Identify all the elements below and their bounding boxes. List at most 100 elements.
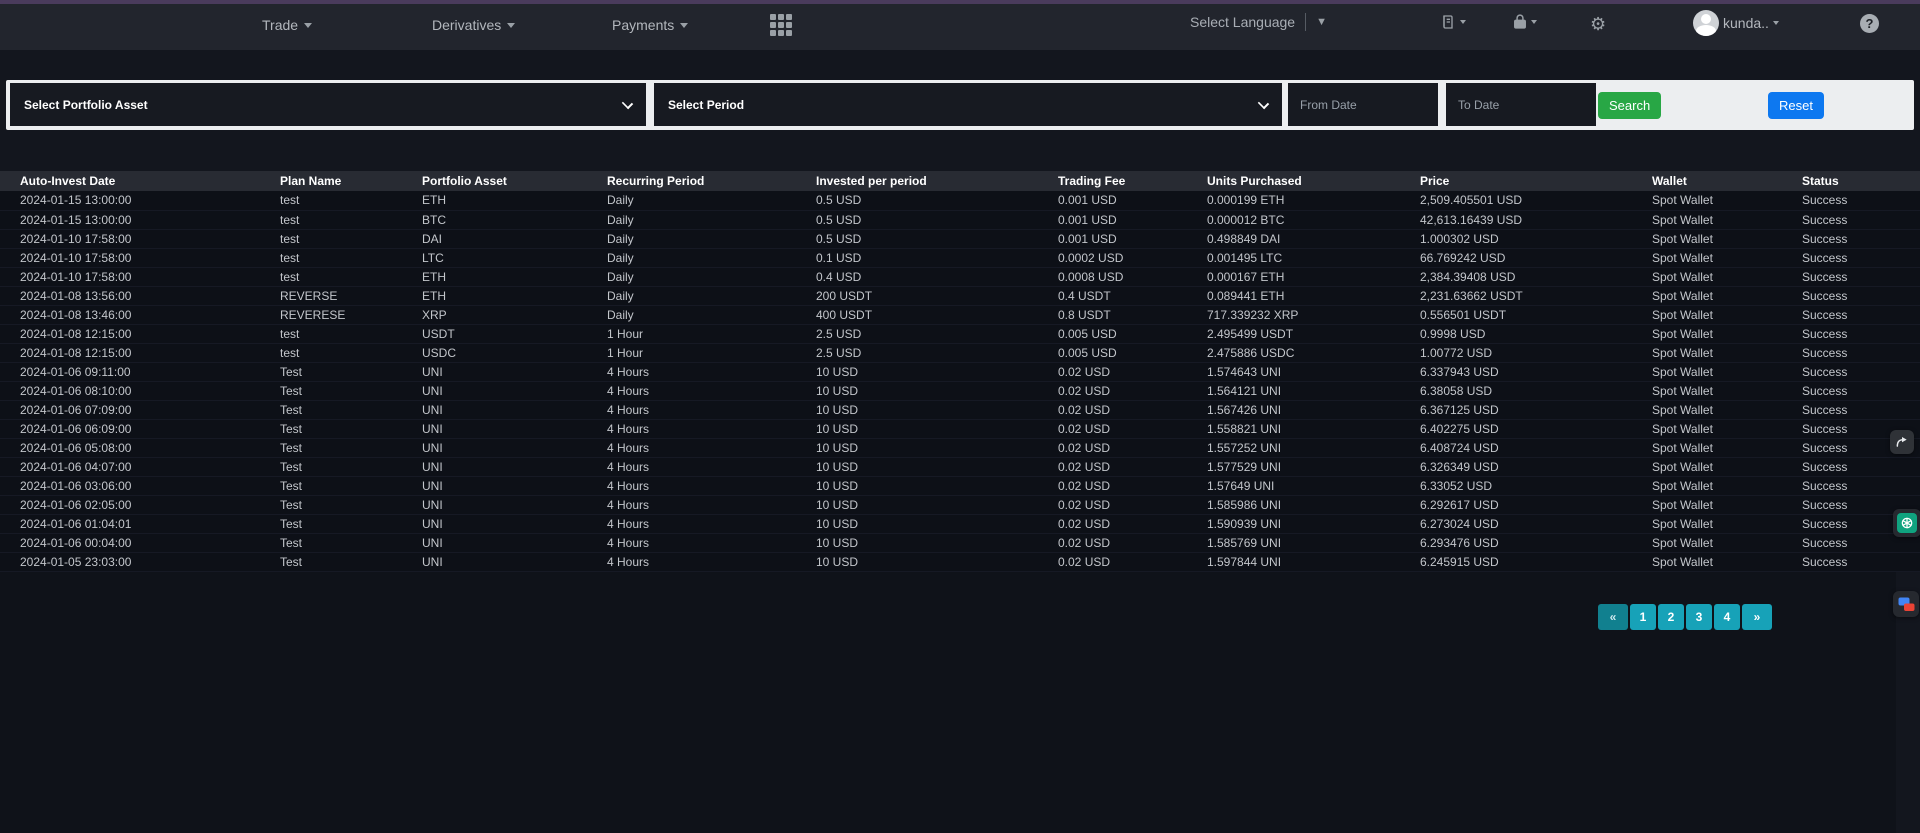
apps-grid-icon[interactable]: [770, 14, 792, 36]
table-cell: 1.585986 UNI: [1187, 495, 1400, 514]
table-cell: Spot Wallet: [1632, 248, 1782, 267]
table-cell: 2024-01-06 06:09:00: [0, 419, 260, 438]
table-row: 2024-01-06 05:08:00TestUNI4 Hours10 USD0…: [0, 438, 1920, 457]
table-cell: 0.5 USD: [796, 210, 1038, 229]
table-cell: Spot Wallet: [1632, 381, 1782, 400]
table-body: 2024-01-15 13:00:00testETHDaily0.5 USD0.…: [0, 191, 1920, 571]
table-cell: UNI: [402, 476, 587, 495]
table-cell: 6.292617 USD: [1400, 495, 1632, 514]
table-cell: 10 USD: [796, 514, 1038, 533]
table-cell: Test: [260, 381, 402, 400]
table-row: 2024-01-06 06:09:00TestUNI4 Hours10 USD0…: [0, 419, 1920, 438]
table-cell: 0.4 USD: [796, 267, 1038, 286]
nav-menu-derivatives[interactable]: Derivatives: [432, 13, 515, 37]
orders-menu[interactable]: [1440, 14, 1466, 30]
column-header: Wallet: [1632, 171, 1782, 191]
table-cell: 0.001 USD: [1038, 229, 1187, 248]
table-cell: 4 Hours: [587, 419, 796, 438]
column-header: Units Purchased: [1187, 171, 1400, 191]
table-cell: Success: [1782, 343, 1920, 362]
table-cell: Spot Wallet: [1632, 210, 1782, 229]
page-button-3[interactable]: 3: [1686, 604, 1712, 630]
table-cell: Test: [260, 495, 402, 514]
reset-button[interactable]: Reset: [1768, 92, 1824, 119]
table-cell: UNI: [402, 419, 587, 438]
table-cell: 0.001 USD: [1038, 210, 1187, 229]
search-button[interactable]: Search: [1598, 92, 1661, 119]
table-cell: XRP: [402, 305, 587, 324]
table-cell: 2,509.405501 USD: [1400, 191, 1632, 210]
table-cell: 2024-01-06 04:07:00: [0, 457, 260, 476]
table-cell: 2024-01-08 12:15:00: [0, 343, 260, 362]
table-cell: test: [260, 229, 402, 248]
to-date-input[interactable]: [1446, 83, 1596, 126]
table-cell: 6.326349 USD: [1400, 457, 1632, 476]
table-cell: 1.577529 UNI: [1187, 457, 1400, 476]
orders-book-icon: [1440, 14, 1456, 30]
chevron-down-icon: [507, 23, 515, 28]
table-cell: Spot Wallet: [1632, 305, 1782, 324]
table-cell: 2,231.63662 USDT: [1400, 286, 1632, 305]
table-cell: 0.005 USD: [1038, 324, 1187, 343]
table-cell: 1.558821 UNI: [1187, 419, 1400, 438]
table-cell: 2024-01-10 17:58:00: [0, 248, 260, 267]
chat-bubbles-extension-icon[interactable]: [1893, 591, 1919, 617]
share-arrow-extension-icon[interactable]: [1890, 430, 1914, 454]
table-cell: REVERESE: [260, 305, 402, 324]
top-nav: Trade Derivatives Payments Select Langua…: [0, 0, 1920, 50]
table-cell: 2024-01-08 12:15:00: [0, 324, 260, 343]
nav-menu-trade[interactable]: Trade: [262, 13, 312, 37]
nav-menu-payments[interactable]: Payments: [612, 13, 688, 37]
page-prev-button[interactable]: «: [1598, 604, 1628, 630]
period-select[interactable]: Select Period: [654, 83, 1282, 126]
table-cell: 2024-01-10 17:58:00: [0, 229, 260, 248]
table-cell: Test: [260, 400, 402, 419]
chatgpt-extension-icon[interactable]: [1893, 509, 1920, 537]
table-cell: 1.574643 UNI: [1187, 362, 1400, 381]
table-cell: 0.5 USD: [796, 229, 1038, 248]
table-cell: 4 Hours: [587, 400, 796, 419]
table-cell: 6.293476 USD: [1400, 533, 1632, 552]
help-icon: ?: [1860, 14, 1879, 33]
column-header: Price: [1400, 171, 1632, 191]
help-button[interactable]: ?: [1860, 14, 1879, 33]
table-row: 2024-01-10 17:58:00testLTCDaily0.1 USD0.…: [0, 248, 1920, 267]
table-cell: 0.001495 LTC: [1187, 248, 1400, 267]
table-cell: 0.8 USDT: [1038, 305, 1187, 324]
user-menu[interactable]: kunda..: [1693, 10, 1779, 36]
page-next-button[interactable]: »: [1742, 604, 1772, 630]
table-cell: 0.0008 USD: [1038, 267, 1187, 286]
table-cell: 4 Hours: [587, 533, 796, 552]
page-button-1[interactable]: 1: [1630, 604, 1656, 630]
chevron-down-icon: [680, 23, 688, 28]
table-cell: UNI: [402, 495, 587, 514]
language-selector[interactable]: Select Language ▼: [1190, 13, 1327, 31]
table-cell: 0.089441 ETH: [1187, 286, 1400, 305]
security-menu[interactable]: [1513, 13, 1537, 30]
table-cell: 2.5 USD: [796, 343, 1038, 362]
page-button-2[interactable]: 2: [1658, 604, 1684, 630]
page-button-4[interactable]: 4: [1714, 604, 1740, 630]
table-cell: ETH: [402, 286, 587, 305]
table-cell: Daily: [587, 210, 796, 229]
auto-invest-history-page: Trade Derivatives Payments Select Langua…: [0, 0, 1920, 833]
column-header: Trading Fee: [1038, 171, 1187, 191]
table-cell: 1 Hour: [587, 343, 796, 362]
triangle-down-icon: ▼: [1316, 16, 1327, 28]
table-cell: 66.769242 USD: [1400, 248, 1632, 267]
table-cell: 2.475886 USDC: [1187, 343, 1400, 362]
settings-button[interactable]: ⚙: [1590, 11, 1606, 37]
table-cell: 4 Hours: [587, 457, 796, 476]
table-cell: 200 USDT: [796, 286, 1038, 305]
table-cell: UNI: [402, 514, 587, 533]
portfolio-asset-select[interactable]: Select Portfolio Asset: [10, 83, 646, 126]
table-cell: Daily: [587, 305, 796, 324]
chevron-down-icon: [1460, 20, 1466, 24]
table-cell: 0.02 USD: [1038, 514, 1187, 533]
table-cell: Spot Wallet: [1632, 324, 1782, 343]
chevron-down-icon: [304, 23, 312, 28]
table-cell: 42,613.16439 USD: [1400, 210, 1632, 229]
table-cell: 0.001 USD: [1038, 191, 1187, 210]
table-row: 2024-01-06 02:05:00TestUNI4 Hours10 USD0…: [0, 495, 1920, 514]
from-date-input[interactable]: [1288, 83, 1438, 126]
